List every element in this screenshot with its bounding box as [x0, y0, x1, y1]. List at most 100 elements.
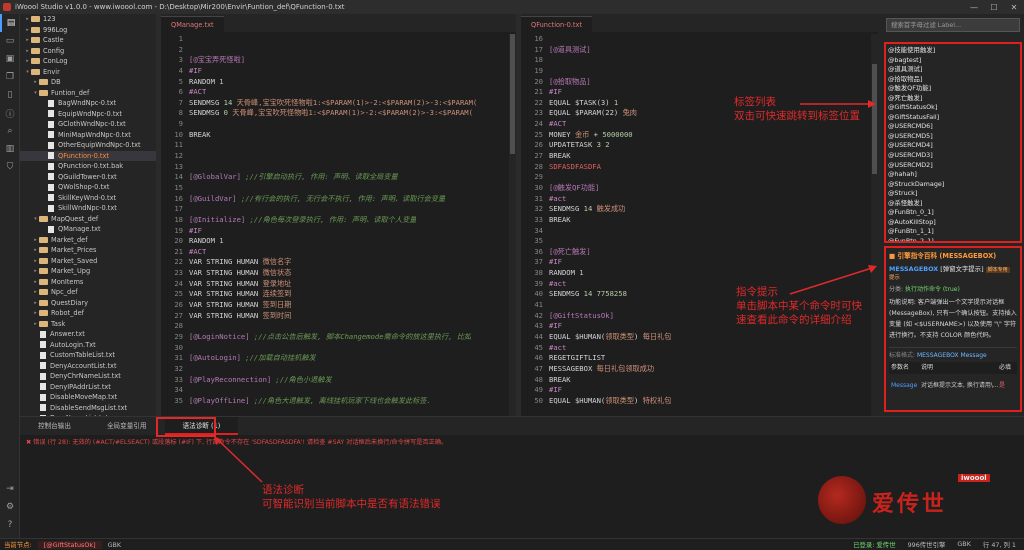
code-text[interactable]: [@LoginNotice] ;//点击公告后触发, 脚本Changemode需…	[189, 332, 471, 343]
code-line[interactable]: 31 [@AutoLogin] ;//加载自动挂机触发	[161, 353, 516, 364]
save-icon[interactable]: ▣	[0, 50, 20, 68]
book-icon[interactable]: ▥	[0, 140, 20, 158]
code-line[interactable]: 21 #IF	[521, 87, 878, 98]
tree-folder[interactable]: ▸ Market_Upg	[20, 266, 156, 277]
code-line[interactable]: 17	[161, 204, 516, 215]
code-text[interactable]: #IF	[189, 226, 202, 237]
code-text[interactable]: UPDATETASK 3 2	[549, 140, 610, 151]
label-list-item[interactable]: @USERCMD6]	[886, 122, 1020, 132]
code-line[interactable]: 28	[161, 321, 516, 332]
tab-qfunction[interactable]: QFunction-0.txt	[521, 16, 592, 32]
scrollbar-right[interactable]	[871, 34, 878, 416]
document-icon[interactable]: ▯	[0, 86, 20, 104]
tree-folder[interactable]: ▸ ConLog	[20, 56, 156, 67]
label-list-item[interactable]: @hahah]	[886, 170, 1020, 180]
scrollbar-left[interactable]	[509, 34, 516, 416]
label-list-item[interactable]: @道具测试]	[886, 65, 1020, 75]
code-text[interactable]: #IF	[189, 66, 202, 77]
code-text[interactable]: #IF	[549, 385, 562, 396]
code-line[interactable]: 47 MESSAGEBOX 每日礼包领取成功	[521, 364, 878, 375]
code-line[interactable]: 40 SENDMSG 14 7758258	[521, 289, 878, 300]
tree-file[interactable]: DenyAccountList.txt	[20, 361, 156, 372]
code-text[interactable]: [@PlayReconnection] ;//角色小退触发	[189, 375, 332, 386]
code-line[interactable]: 25 MONEY 金币 + 5000000	[521, 130, 878, 141]
code-text[interactable]: SENDMSG 0 天骨峰,宝宝吹死怪物啦1:<$PARAM(1)>-2:<$P…	[189, 108, 473, 119]
code-text[interactable]: SENDMSG 14 天骨峰,宝宝吹死怪物啦1:<$PARAM(1)>-2:<$…	[189, 98, 477, 109]
code-line[interactable]: 1	[161, 34, 516, 45]
tree-folder[interactable]: ▸ Market_Saved	[20, 256, 156, 267]
code-line[interactable]: 20 [@拾取物品]	[521, 77, 878, 88]
code-text[interactable]: [@PlayOffLine] ;//角色大退触发, 离线挂机玩家下线也会触发此标…	[189, 396, 431, 407]
code-line[interactable]: 13	[161, 162, 516, 173]
code-line[interactable]: 15	[161, 183, 516, 194]
code-text[interactable]: REGETGIFTLIST	[549, 353, 605, 364]
code-line[interactable]: 12	[161, 151, 516, 162]
label-list-item[interactable]: @GiftStatusFail]	[886, 113, 1020, 123]
tree-file[interactable]: EquipWndNpc-0.txt	[20, 109, 156, 120]
tree-folder[interactable]: ▸ Market_def	[20, 235, 156, 246]
code-text[interactable]: RANDOM 1	[189, 236, 224, 247]
code-text[interactable]: #IF	[549, 257, 562, 268]
label-list-item[interactable]: @FunBtn_1_1]	[886, 227, 1020, 237]
code-text[interactable]: [@道具测试]	[549, 45, 591, 56]
code-text[interactable]: [@GiftStatusOk]	[549, 311, 614, 322]
code-text[interactable]: #ACT	[189, 247, 206, 258]
tree-folder[interactable]: ▸ 123	[20, 14, 156, 25]
chevron-right-icon[interactable]: ▸	[32, 256, 39, 267]
tree-file[interactable]: CustomTableList.txt	[20, 350, 156, 361]
tab-console[interactable]: 控制台输出	[20, 417, 89, 435]
tree-folder[interactable]: ▸ Config	[20, 46, 156, 57]
code-line[interactable]: 28 SDFASDFASDFA	[521, 162, 878, 173]
files-icon[interactable]: ▤	[0, 14, 20, 32]
code-line[interactable]: 31 #act	[521, 194, 878, 205]
code-line[interactable]: 29 [@LoginNotice] ;//点击公告后触发, 脚本Changemod…	[161, 332, 516, 343]
chevron-right-icon[interactable]: ▸	[32, 245, 39, 256]
help-icon[interactable]: ?	[0, 516, 20, 534]
label-search-input[interactable]: 搜索首字母过滤 Label...	[886, 18, 1020, 32]
code-text[interactable]: BREAK	[549, 375, 571, 386]
code-text[interactable]: [@宝宝弄死怪啦]	[189, 55, 245, 66]
shield-icon[interactable]: ⛉	[0, 158, 20, 176]
label-list-item[interactable]: @AutoKillStop]	[886, 218, 1020, 228]
tree-folder[interactable]: ▸ 996Log	[20, 25, 156, 36]
code-line[interactable]: 27 VAR STRING HUMAN 签到时间	[161, 311, 516, 322]
code-line[interactable]: 34	[521, 226, 878, 237]
label-list-item[interactable]: @死亡触发]	[886, 94, 1020, 104]
code-line[interactable]: 14 [@GlobalVar] ;//引擎启动执行, 作用: 声明、读取全局变量	[161, 172, 516, 183]
tree-folder[interactable]: ▾ MapQuest_def	[20, 214, 156, 225]
tree-file[interactable]: OtherEquipWndNpc-0.txt	[20, 140, 156, 151]
minimize-button[interactable]: —	[964, 3, 984, 12]
code-line[interactable]: 26 VAR STRING HUMAN 签到日期	[161, 300, 516, 311]
code-text[interactable]: SENDMSG 14 触发成功	[549, 204, 625, 215]
code-line[interactable]: 24 VAR STRING HUMAN 登录地址	[161, 279, 516, 290]
code-line[interactable]: 50 EQUAL $HUMAN(领取类型) 特权礼包	[521, 396, 878, 407]
code-line[interactable]: 3 [@宝宝弄死怪啦]	[161, 55, 516, 66]
code-line[interactable]: 20 RANDOM 1	[161, 236, 516, 247]
code-text[interactable]: [@拾取物品]	[549, 77, 591, 88]
code-text[interactable]: EQUAL $HUMAN(领取类型) 每日礼包	[549, 332, 671, 343]
code-text[interactable]: RANDOM 1	[189, 77, 224, 88]
code-text[interactable]: EQUAL $PARAM(22) 兔肉	[549, 108, 637, 119]
code-text[interactable]: VAR STRING HUMAN 连续签到	[189, 289, 291, 300]
tab-global-vars[interactable]: 全局变量引用	[89, 417, 165, 435]
encoding-status[interactable]: GBK	[957, 540, 971, 549]
code-line[interactable]: 9	[161, 119, 516, 130]
label-list-item[interactable]: @USERCMD4]	[886, 141, 1020, 151]
tree-file[interactable]: QFunction-0.txt	[20, 150, 156, 161]
chevron-right-icon[interactable]: ▸	[32, 266, 39, 277]
code-line[interactable]: 45 #act	[521, 343, 878, 354]
tree-folder[interactable]: ▸ QuestDiary	[20, 298, 156, 309]
code-line[interactable]: 30	[161, 343, 516, 354]
search-icon[interactable]: ⌕	[0, 122, 20, 140]
tree-file[interactable]: BagWndNpc-0.txt	[20, 98, 156, 109]
tree-folder[interactable]: ▸ Market_Prices	[20, 245, 156, 256]
code-line[interactable]: 5 RANDOM 1	[161, 77, 516, 88]
encoding-indicator[interactable]: GBK	[108, 541, 122, 549]
code-line[interactable]: 16	[521, 34, 878, 45]
code-line[interactable]: 23 VAR STRING HUMAN 微信状态	[161, 268, 516, 279]
code-text[interactable]: VAR STRING HUMAN 签到时间	[189, 311, 291, 322]
code-text[interactable]: [@Initialize] ;//角色每次登录执行, 作用: 声明、读取个人变量	[189, 215, 416, 226]
code-line[interactable]: 46 REGETGIFTLIST	[521, 353, 878, 364]
label-list-item[interactable]: @USERCMD5]	[886, 132, 1020, 142]
code-text[interactable]: MESSAGEBOX 每日礼包领取成功	[549, 364, 654, 375]
